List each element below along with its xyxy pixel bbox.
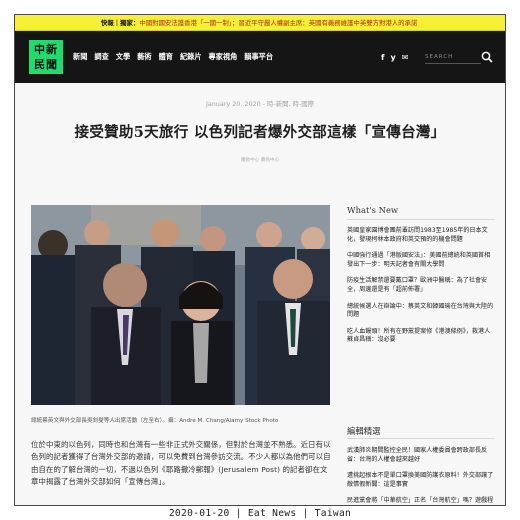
breaking-news-ticker[interactable]: 快報｜獨家：中國對國安法護香港「一國一制」；習近平守嚴人權副主席：英國有義務維護… bbox=[15, 15, 505, 31]
whats-new-item[interactable]: 總統候選人在辯論中：蔡英文和韓國瑜在台灣與大陸的問題 bbox=[347, 303, 495, 320]
photo-caption: 總統蔡英文與外交部長吳釗燮等人出席活動（左至右）。攝：Andre M. Chan… bbox=[31, 418, 279, 424]
social-links: f y ✉ bbox=[381, 31, 414, 83]
logo-line-2: 民聞 bbox=[34, 58, 58, 71]
whats-new-item[interactable]: 英國皇家園博會團前輩訪問1983至1985年的日本文化，發現柯林本政府和英交預的… bbox=[347, 227, 495, 244]
nav-item-art[interactable]: 藝術 bbox=[137, 52, 151, 62]
logo-line-1: 中新 bbox=[34, 43, 58, 56]
article-title: 接受贊助5天旅行 以色列記者爆外交部這樣「宣傳台灣」 bbox=[74, 124, 446, 141]
editor-picks-heading: 編輯精選 bbox=[347, 426, 381, 436]
twitter-icon[interactable]: y bbox=[390, 53, 395, 62]
article-body: 位於中東的以色列，同時也和台灣有一些非正式外交關係，但對於台灣並不熟悉。近日有以… bbox=[31, 440, 331, 487]
editor-pick-item[interactable]: 民進黨會將「中華航空」正名「台灣航空」嗎？遊戲程式修：速來選正名都不會！ bbox=[347, 497, 495, 505]
nav-item-documentary[interactable]: 紀錄片 bbox=[180, 52, 202, 62]
top-navigation-bar: 中新 民聞 新聞 調查 文學 藝術 體育 紀錄片 專家視角 韻事平台 f y ✉ bbox=[15, 31, 505, 83]
article-byline: 蕭勁中心 蕭勁中心 bbox=[240, 158, 280, 163]
main-nav: 新聞 調查 文學 藝術 體育 紀錄片 專家視角 韻事平台 bbox=[73, 31, 280, 83]
nav-item-platform[interactable]: 韻事平台 bbox=[244, 52, 273, 62]
ticker-text[interactable]: 中國對國安法護香港「一國一制」；習近平守嚴人權副主席：英國有義務維護中英雙方對港… bbox=[139, 19, 417, 27]
nav-item-investigation[interactable]: 調查 bbox=[94, 52, 108, 62]
email-icon[interactable]: ✉ bbox=[402, 53, 409, 62]
sidebar-divider bbox=[347, 219, 495, 220]
nav-item-sports[interactable]: 體育 bbox=[159, 52, 173, 62]
whats-new-heading: What's New bbox=[347, 205, 399, 215]
editor-pick-item[interactable]: 遭挑起根本不是單口罩換美國防護衣原料！外交部讓了敵情假新聞：這是事實 bbox=[347, 472, 495, 489]
whats-new-item[interactable]: 中國強行通過「港版國安法」：美國前總統和英國首相發出下一步：明天記者會有關大學問 bbox=[347, 252, 495, 269]
nav-item-expert-view[interactable]: 專家視角 bbox=[209, 52, 238, 62]
whats-new-item[interactable]: 吃人血饅頭！所有在野黨提案修《港澳條例》，救港人 蘇貞昌稱：沒必要 bbox=[347, 328, 495, 345]
browser-frame: 快報｜獨家：中國對國安法護香港「一國一制」；習近平守嚴人權副主席：英國有義務維護… bbox=[14, 14, 506, 506]
screenshot-caption: 2020-01-20 | Eat News | Taiwan bbox=[168, 508, 352, 519]
editor-picks-list: 武漢肺炎期間監控全民！國家人權委員會跨政部長反省：台灣的人權會越來越好 遭挑起根… bbox=[347, 447, 495, 505]
article-meta: January 20, 2020 - 時-新聞, 時-國際 bbox=[205, 100, 315, 108]
editor-pick-item[interactable]: 武漢肺炎期間監控全民！國家人權委員會跨政部長反省：台灣的人權會越來越好 bbox=[347, 447, 495, 464]
nav-item-literature[interactable]: 文學 bbox=[116, 52, 130, 62]
site-logo[interactable]: 中新 民聞 bbox=[29, 40, 63, 74]
whats-new-item[interactable]: 防疫生活解禁還要戴口罩？歐洲中醫稱：為了社會安全，周邊還是有「超前佈署」 bbox=[347, 277, 495, 294]
search-input[interactable] bbox=[425, 51, 481, 64]
facebook-icon[interactable]: f bbox=[381, 53, 384, 62]
sidebar-divider bbox=[347, 438, 495, 439]
sidebar-whats-new: What's New 英國皇家園博會團前輩訪問1983至1985年的日本文化，發… bbox=[347, 205, 495, 353]
ticker-lead: 快報｜獨家： bbox=[101, 19, 140, 27]
article-photo[interactable] bbox=[31, 205, 330, 405]
whats-new-list: 英國皇家園博會團前輩訪問1983至1985年的日本文化，發現柯林本政府和英交預的… bbox=[347, 227, 495, 345]
nav-item-news[interactable]: 新聞 bbox=[73, 52, 87, 62]
search-icon[interactable] bbox=[481, 51, 493, 63]
